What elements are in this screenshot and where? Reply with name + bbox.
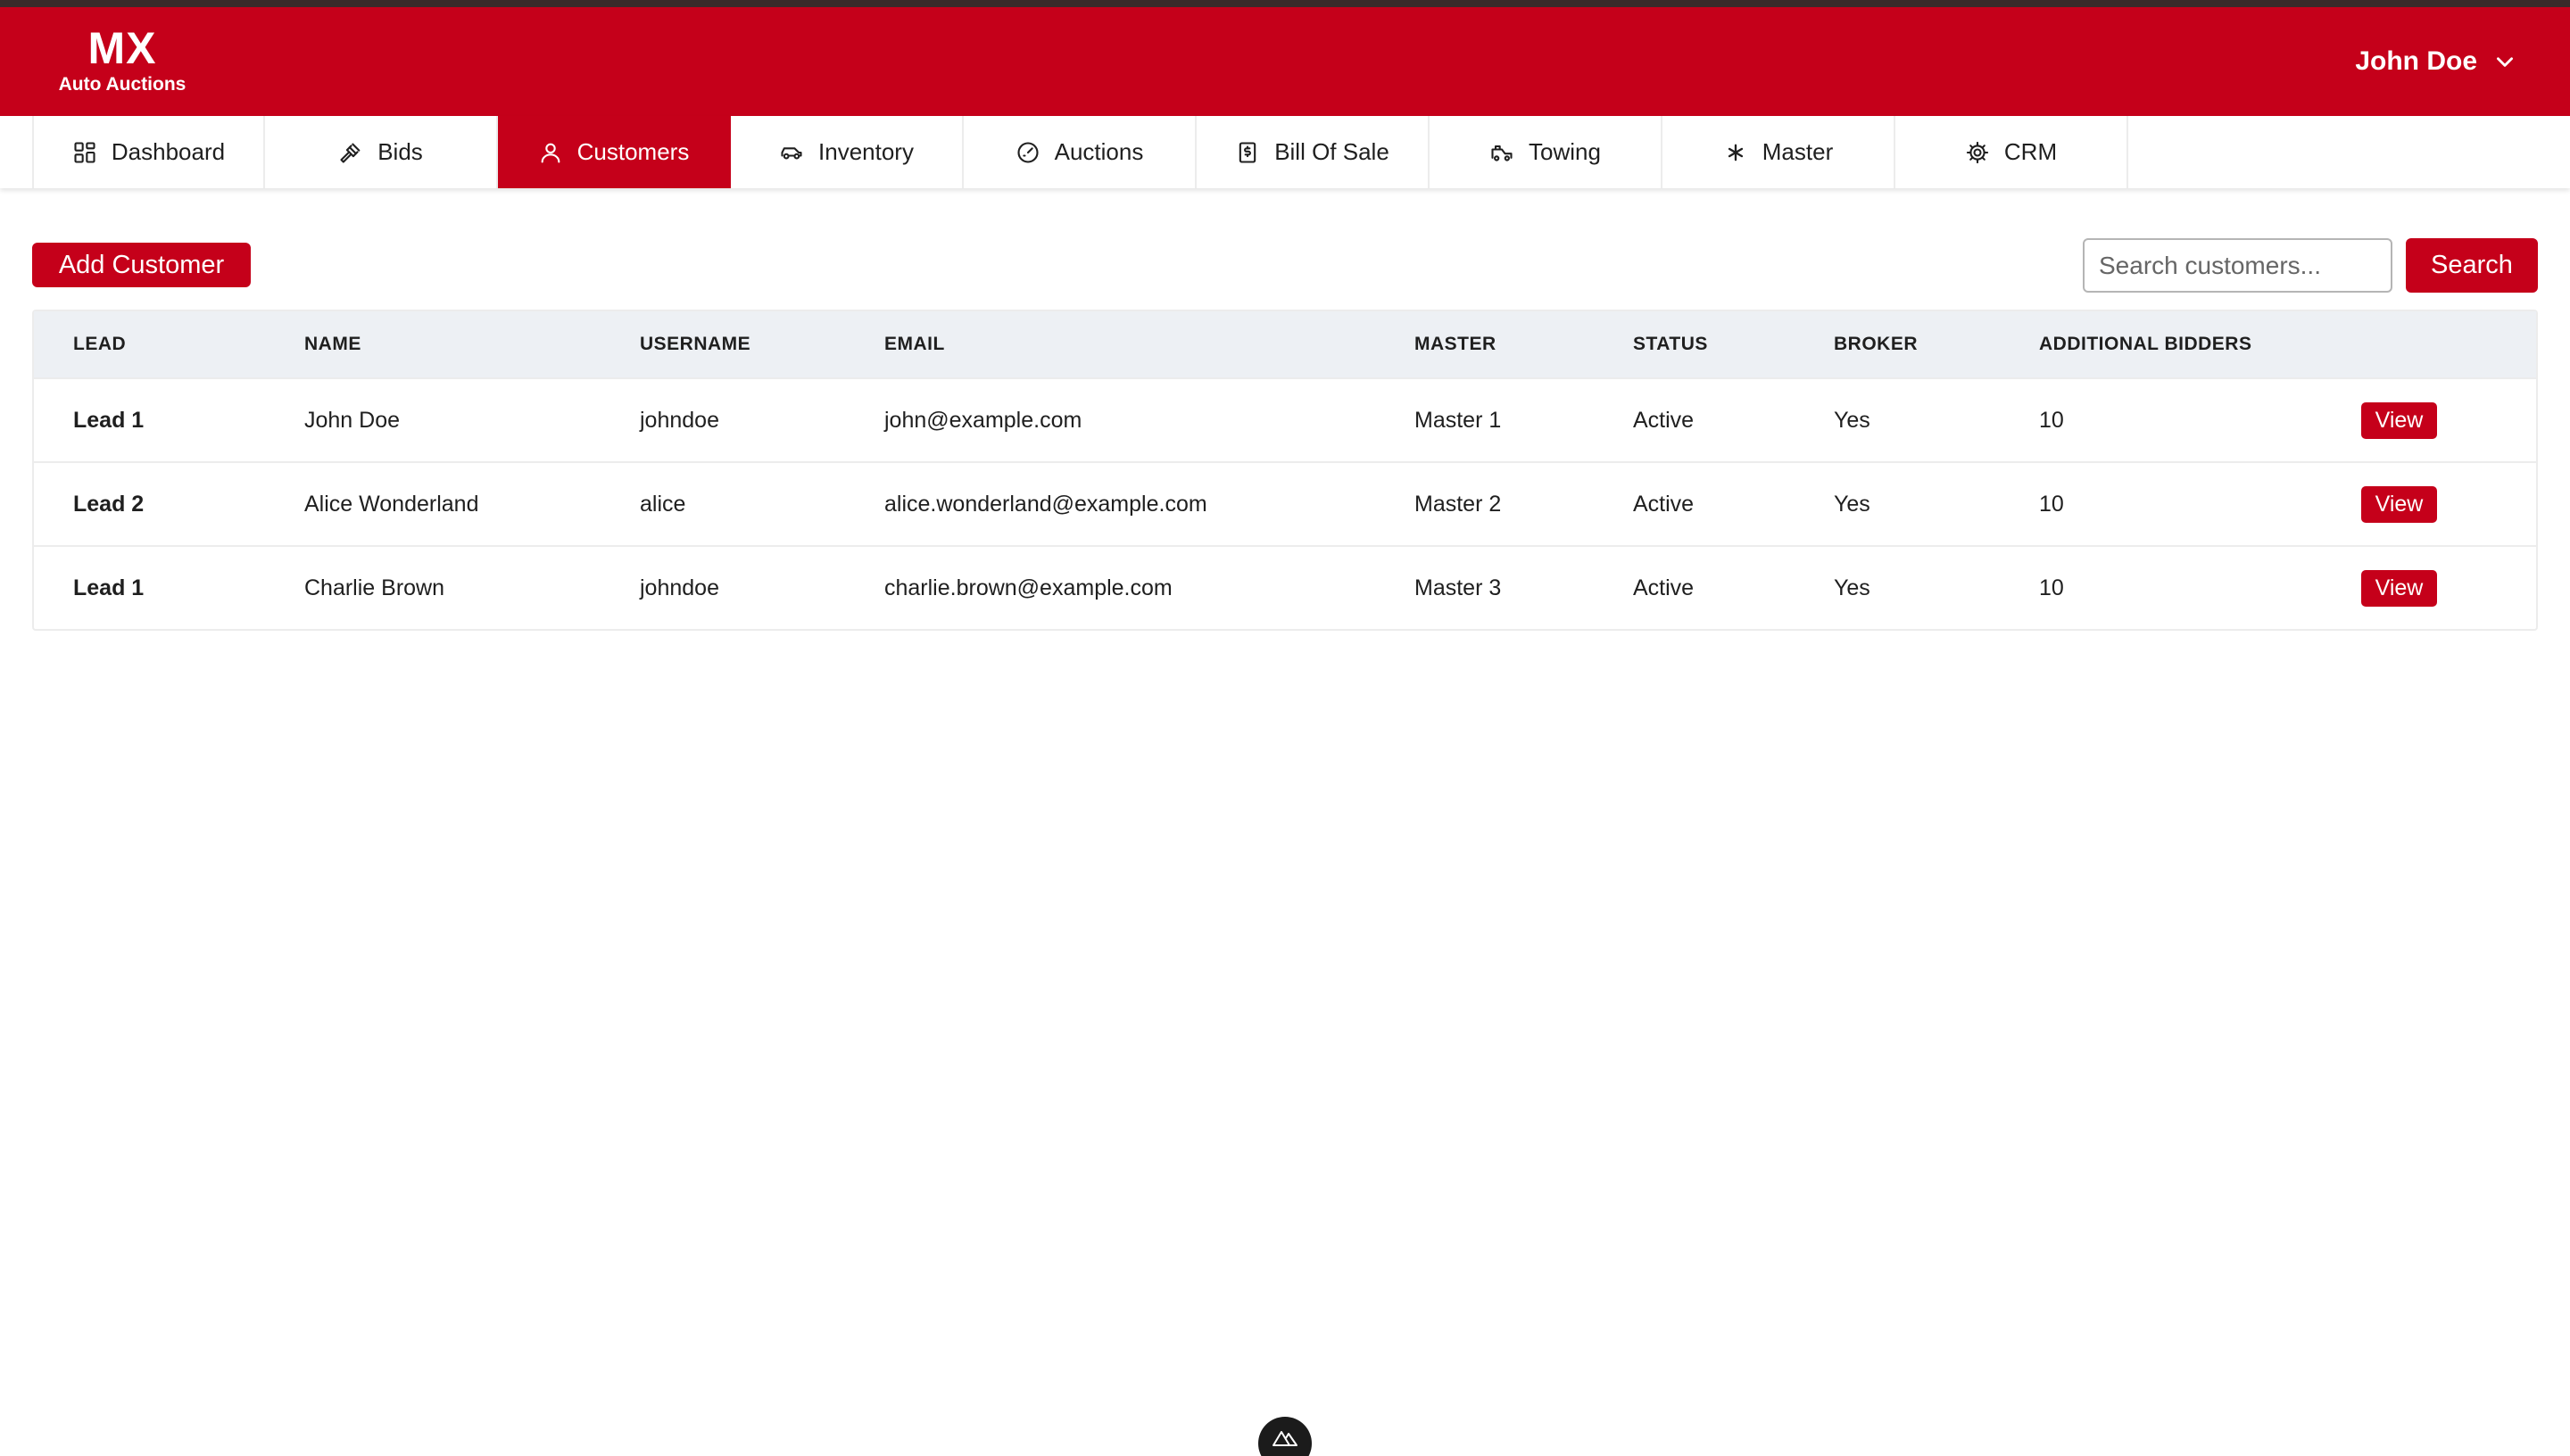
column-header-broker[interactable]: BROKER bbox=[1795, 334, 2000, 355]
column-header-master[interactable]: MASTER bbox=[1375, 334, 1594, 355]
logo[interactable]: MX Auto Auctions bbox=[51, 25, 194, 96]
tab-label: Auctions bbox=[1054, 138, 1144, 165]
customers-table: LEAD NAME USERNAME EMAIL MASTER STATUS B… bbox=[32, 310, 2538, 631]
tab-crm[interactable]: CRM bbox=[1895, 116, 2128, 188]
grid-icon bbox=[72, 140, 97, 165]
cell-additional-bidders: 10 bbox=[2039, 575, 2064, 600]
column-header-lead[interactable]: LEAD bbox=[34, 334, 265, 355]
column-header-name[interactable]: NAME bbox=[265, 334, 601, 355]
add-customer-button[interactable]: Add Customer bbox=[32, 243, 251, 287]
cell-name: Charlie Brown bbox=[304, 575, 445, 600]
cell-username: alice bbox=[640, 491, 686, 517]
cell-status: Active bbox=[1633, 491, 1695, 517]
gavel-icon bbox=[338, 140, 363, 165]
cell-status: Active bbox=[1633, 407, 1695, 433]
cell-email: alice.wonderland@example.com bbox=[884, 491, 1207, 517]
tab-auctions[interactable]: Auctions bbox=[964, 116, 1197, 188]
main-nav: Dashboard Bids Customers Inventory Aucti… bbox=[0, 116, 2570, 188]
tab-label: Towing bbox=[1529, 138, 1601, 165]
cell-status: Active bbox=[1633, 575, 1695, 600]
column-header-additional-bidders[interactable]: ADDITIONAL BIDDERS bbox=[2000, 334, 2361, 355]
devtools-badge[interactable] bbox=[1258, 1417, 1312, 1456]
cell-actions: View bbox=[2361, 485, 2540, 523]
tab-bids[interactable]: Bids bbox=[265, 116, 498, 188]
column-header-status[interactable]: STATUS bbox=[1594, 334, 1795, 355]
cell-email: charlie.brown@example.com bbox=[884, 575, 1173, 600]
search-button[interactable]: Search bbox=[2406, 238, 2538, 293]
gear-icon bbox=[1965, 140, 1990, 165]
cell-name: Alice Wonderland bbox=[304, 491, 479, 517]
user-icon bbox=[538, 140, 563, 165]
app-header: MX Auto Auctions John Doe bbox=[0, 7, 2570, 116]
logo-subtitle: Auto Auctions bbox=[58, 74, 187, 95]
tab-dashboard[interactable]: Dashboard bbox=[32, 116, 265, 188]
chevron-down-icon bbox=[2497, 57, 2513, 67]
user-name: John Doe bbox=[2355, 46, 2477, 76]
cell-email: john@example.com bbox=[884, 407, 1082, 433]
cell-actions: View bbox=[2361, 569, 2540, 607]
receipt-icon bbox=[1235, 140, 1260, 165]
cell-master: Master 3 bbox=[1414, 575, 1502, 600]
view-button[interactable]: View bbox=[2361, 401, 2437, 439]
tab-label: Bids bbox=[377, 138, 423, 165]
tab-towing[interactable]: Towing bbox=[1430, 116, 1662, 188]
cell-broker: Yes bbox=[1834, 407, 1870, 433]
tab-label: Customers bbox=[576, 138, 690, 165]
tab-bill-of-sale[interactable]: Bill Of Sale bbox=[1197, 116, 1430, 188]
gauge-icon bbox=[1016, 140, 1040, 165]
truck-icon bbox=[1489, 140, 1514, 165]
cell-master: Master 1 bbox=[1414, 407, 1502, 433]
tab-master[interactable]: Master bbox=[1662, 116, 1895, 188]
cell-actions: View bbox=[2361, 401, 2540, 439]
logo-title: MX bbox=[87, 23, 157, 73]
tab-inventory[interactable]: Inventory bbox=[731, 116, 964, 188]
table-row: Lead 1 Charlie Brown johndoe charlie.bro… bbox=[34, 545, 2536, 629]
cell-broker: Yes bbox=[1834, 491, 1870, 517]
tab-label: Bill Of Sale bbox=[1274, 138, 1389, 165]
tab-label: Dashboard bbox=[111, 138, 226, 165]
user-menu[interactable]: John Doe bbox=[2355, 46, 2516, 77]
cell-lead: Lead 1 bbox=[73, 575, 145, 600]
tab-label: Inventory bbox=[818, 138, 914, 165]
view-button[interactable]: View bbox=[2361, 485, 2437, 523]
view-button[interactable]: View bbox=[2361, 569, 2437, 607]
tab-label: CRM bbox=[2003, 138, 2058, 165]
table-row: Lead 2 Alice Wonderland alice alice.wond… bbox=[34, 461, 2536, 545]
nuxt-logo-icon bbox=[1273, 1431, 1297, 1446]
column-header-email[interactable]: EMAIL bbox=[845, 334, 1375, 355]
cell-additional-bidders: 10 bbox=[2039, 491, 2064, 517]
cell-lead: Lead 1 bbox=[73, 407, 145, 433]
cell-username: johndoe bbox=[640, 575, 719, 600]
cell-lead: Lead 2 bbox=[73, 491, 145, 517]
cell-additional-bidders: 10 bbox=[2039, 407, 2064, 433]
cell-broker: Yes bbox=[1834, 575, 1870, 600]
table-row: Lead 1 John Doe johndoe john@example.com… bbox=[34, 377, 2536, 461]
top-strip bbox=[0, 0, 2570, 7]
column-header-username[interactable]: USERNAME bbox=[601, 334, 845, 355]
asterisk-icon bbox=[1723, 140, 1748, 165]
search-input[interactable] bbox=[2083, 238, 2392, 293]
tab-label: Master bbox=[1762, 138, 1834, 165]
table-header: LEAD NAME USERNAME EMAIL MASTER STATUS B… bbox=[34, 311, 2536, 377]
tab-customers[interactable]: Customers bbox=[498, 116, 731, 188]
cell-username: johndoe bbox=[640, 407, 719, 433]
car-icon bbox=[779, 140, 804, 165]
cell-name: John Doe bbox=[304, 407, 401, 433]
cell-master: Master 2 bbox=[1414, 491, 1502, 517]
